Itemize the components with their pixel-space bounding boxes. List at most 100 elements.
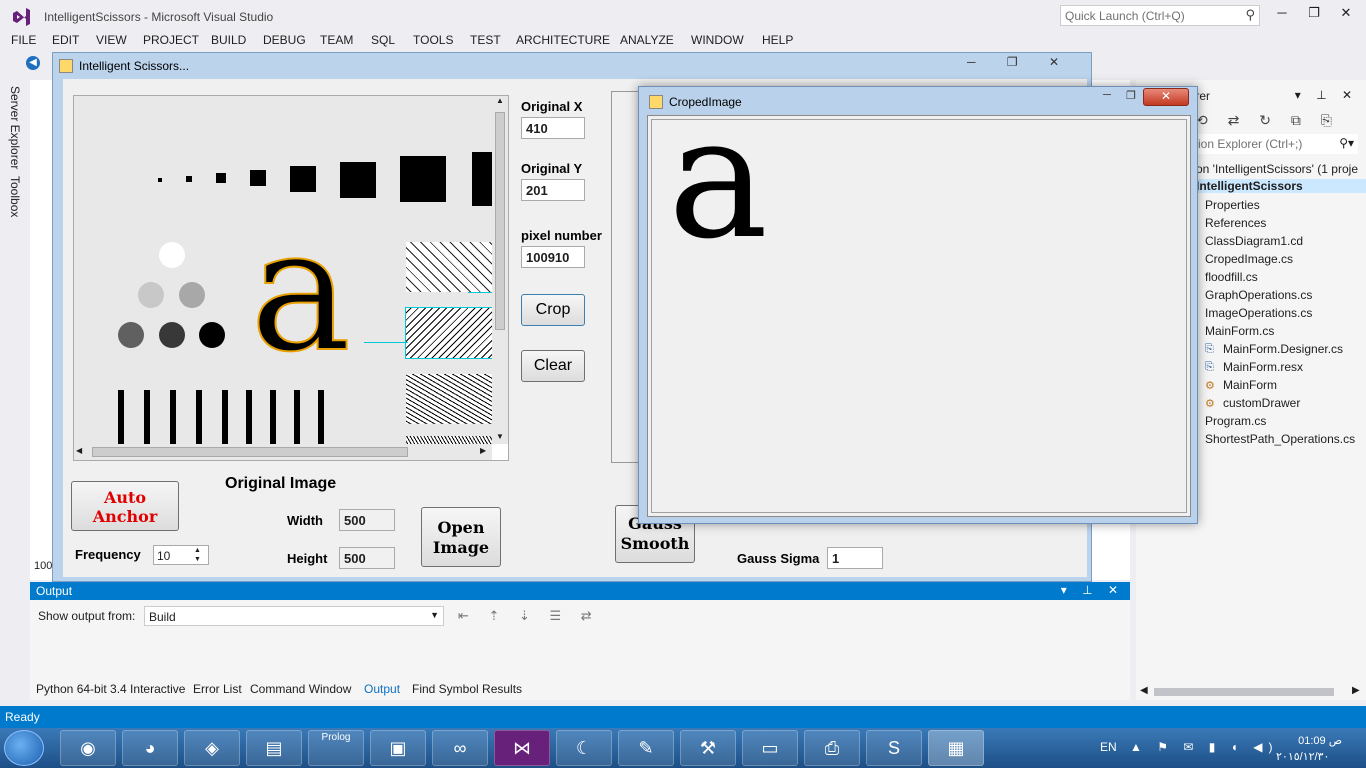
scroll-left-icon[interactable]: ◀ xyxy=(76,446,82,455)
crop-button[interactable]: Crop xyxy=(521,294,585,326)
winforms-app-icon[interactable]: ▦ xyxy=(928,730,984,766)
close-button[interactable]: ✕ xyxy=(1332,5,1360,25)
tools-icon[interactable]: ⚒ xyxy=(680,730,736,766)
project-node[interactable]: IntelligentScissors xyxy=(1192,179,1366,193)
solution-node[interactable]: on 'IntelligentScissors' (1 proje xyxy=(1196,162,1358,176)
scroll-down-icon[interactable]: ▼ xyxy=(496,432,504,441)
sol-item-cropedimage[interactable]: CropedImage.cs xyxy=(1205,252,1293,266)
sol-item-imageoperations[interactable]: ImageOperations.cs xyxy=(1205,306,1312,320)
sol-item-classdiagram[interactable]: ClassDiagram1.cd xyxy=(1205,234,1303,248)
scroll-right-icon[interactable]: ▶ xyxy=(480,446,486,455)
scroll-thumb[interactable] xyxy=(1154,688,1334,696)
main-form-window-controls[interactable]: ─ ❐ ✕ xyxy=(967,55,1073,69)
stepper-arrows-icon[interactable]: ▲ ▼ xyxy=(194,546,201,564)
solution-toolbar-icons[interactable]: ⟲ ⇄ ↻ ⧉ ⎘ xyxy=(1196,112,1340,129)
image-square xyxy=(290,166,316,192)
panel-pin-close-icons[interactable]: ▾ ⊥ ✕ xyxy=(1061,583,1124,597)
sol-item-mainform-class[interactable]: MainForm xyxy=(1223,378,1277,392)
sol-item-floodfill[interactable]: floodfill.cs xyxy=(1205,270,1258,284)
sol-item-mainform-designer[interactable]: MainForm.Designer.cs xyxy=(1223,342,1343,356)
system-tray-icons[interactable]: ▲ ⚑ ✉ ▮ ◖ ◀) xyxy=(1130,740,1278,754)
skype-icon[interactable]: S xyxy=(866,730,922,766)
clock-date[interactable]: ٢٠١٥/١٢/٣٠ xyxy=(1276,750,1329,763)
visual-studio-logo-icon xyxy=(13,8,30,26)
visual-studio-icon[interactable]: ⋈ xyxy=(494,730,550,766)
minimize-button[interactable]: ─ xyxy=(1095,89,1119,105)
frequency-stepper[interactable]: 10 ▲ ▼ xyxy=(153,545,209,565)
sol-item-graphoperations[interactable]: GraphOperations.cs xyxy=(1205,288,1312,302)
clock-time[interactable]: 01:09 ص xyxy=(1282,734,1342,747)
monitor-icon[interactable]: ▭ xyxy=(742,730,798,766)
server-explorer-tab[interactable]: Server Explorer xyxy=(8,86,22,169)
maximize-button[interactable]: ❐ xyxy=(1300,5,1328,25)
taskbar-app-icon[interactable]: ∞ xyxy=(432,730,488,766)
gauss-sigma-field[interactable]: 1 xyxy=(827,547,883,569)
tab-command-window[interactable]: Command Window xyxy=(250,682,351,696)
output-toolbar-icons[interactable]: ⇤ ⇡ ⇣ ☰ ⇄ xyxy=(458,608,600,624)
sol-item-program[interactable]: Program.cs xyxy=(1205,414,1266,428)
start-button[interactable] xyxy=(4,730,44,766)
maximize-button[interactable]: ❐ xyxy=(1119,89,1143,105)
sol-item-customdrawer[interactable]: customDrawer xyxy=(1223,396,1300,410)
scroll-up-icon[interactable]: ▲ xyxy=(496,96,504,105)
taskbar-app-icon[interactable]: ☾ xyxy=(556,730,612,766)
image-vscroll[interactable]: ▲ ▼ xyxy=(492,96,508,444)
output-text-area[interactable] xyxy=(30,628,1120,678)
database-icon[interactable]: ▤ xyxy=(246,730,302,766)
tab-python-interactive[interactable]: Python 64-bit 3.4 Interactive xyxy=(36,682,185,696)
sol-item-references[interactable]: References xyxy=(1205,216,1266,230)
pdf-icon[interactable]: ⎙ xyxy=(804,730,860,766)
menu-view[interactable]: VIEW xyxy=(96,33,127,47)
menu-tools[interactable]: TOOLS xyxy=(413,33,453,47)
sol-item-shortestpath[interactable]: ShortestPath_Operations.cs xyxy=(1205,432,1355,446)
open-image-button[interactable]: Open Image xyxy=(421,507,501,567)
menu-analyze[interactable]: ANALYZE xyxy=(620,33,674,47)
cropped-image-picture[interactable]: a xyxy=(651,119,1187,513)
taskbar-app-icon[interactable]: ◉ xyxy=(60,730,116,766)
close-button[interactable]: ✕ xyxy=(1143,88,1189,106)
show-output-from-select[interactable]: Build ▼ xyxy=(144,606,444,626)
original-image-viewer[interactable]: a ▲ ▼ ◀ ▶ xyxy=(73,95,509,461)
menu-architecture[interactable]: ARCHITECTURE xyxy=(516,33,610,47)
menu-debug[interactable]: DEBUG xyxy=(263,33,306,47)
menu-build[interactable]: BUILD xyxy=(211,33,246,47)
original-y-field[interactable]: 201 xyxy=(521,179,585,201)
original-x-field[interactable]: 410 xyxy=(521,117,585,139)
solution-search-input[interactable]: ution Explorer (Ctrl+;) ⚲▾ xyxy=(1186,134,1358,154)
folder-icon[interactable]: ▣ xyxy=(370,730,426,766)
scroll-thumb[interactable] xyxy=(92,447,408,457)
menu-sql[interactable]: SQL xyxy=(371,33,395,47)
minimize-button[interactable]: ─ xyxy=(1268,5,1296,25)
chrome-icon[interactable]: ◕ xyxy=(122,730,178,766)
image-hscroll[interactable]: ◀ ▶ xyxy=(74,444,492,460)
scroll-right-icon[interactable]: ▶ xyxy=(1352,685,1360,696)
panel-pin-close-icons[interactable]: ▾ ⊥ ✕ xyxy=(1295,88,1358,102)
pixel-number-field[interactable]: 100910 xyxy=(521,246,585,268)
taskbar-app-icon[interactable]: ◈ xyxy=(184,730,240,766)
auto-anchor-button[interactable]: Auto Anchor xyxy=(71,481,179,531)
language-indicator[interactable]: EN xyxy=(1100,740,1117,754)
sol-item-mainform-resx[interactable]: MainForm.resx xyxy=(1223,360,1303,374)
menu-help[interactable]: HELP xyxy=(762,33,793,47)
original-image-canvas[interactable]: a xyxy=(74,96,492,444)
quick-launch-input[interactable]: Quick Launch (Ctrl+Q) ⚲ xyxy=(1060,5,1260,26)
scroll-left-icon[interactable]: ◀ xyxy=(1140,685,1148,696)
menu-test[interactable]: TEST xyxy=(470,33,501,47)
tab-error-list[interactable]: Error List xyxy=(193,682,242,696)
sol-item-mainform[interactable]: MainForm.cs xyxy=(1205,324,1274,338)
menu-edit[interactable]: EDIT xyxy=(52,33,79,47)
menu-file[interactable]: FILE xyxy=(11,33,36,47)
menu-window[interactable]: WINDOW xyxy=(691,33,744,47)
scroll-thumb[interactable] xyxy=(495,112,505,330)
taskbar-app-icon[interactable]: ✎ xyxy=(618,730,674,766)
prolog-icon[interactable]: Prolog xyxy=(308,730,364,766)
solution-hscroll[interactable]: ◀ ▶ xyxy=(1138,685,1364,699)
sol-item-properties[interactable]: Properties xyxy=(1205,198,1260,212)
back-icon[interactable]: ◀ xyxy=(26,56,40,70)
tab-find-symbol-results[interactable]: Find Symbol Results xyxy=(412,682,522,696)
menu-project[interactable]: PROJECT xyxy=(143,33,199,47)
tab-output[interactable]: Output xyxy=(364,682,400,696)
menu-team[interactable]: TEAM xyxy=(320,33,353,47)
clear-button[interactable]: Clear xyxy=(521,350,585,382)
toolbox-tab[interactable]: Toolbox xyxy=(8,176,22,217)
